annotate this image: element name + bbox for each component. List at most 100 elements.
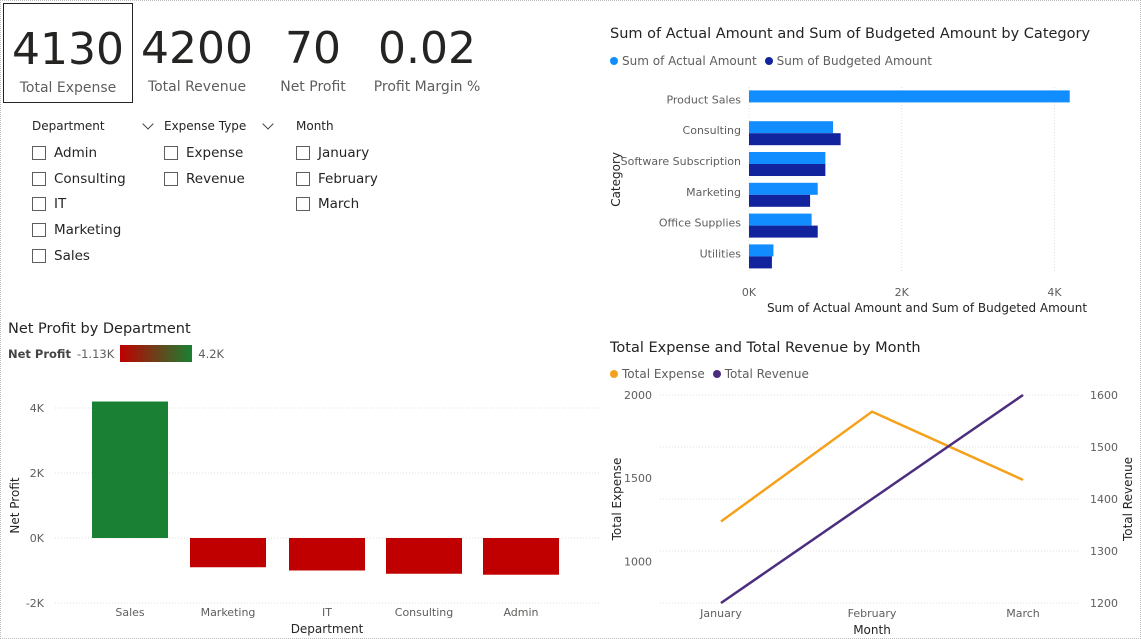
checkbox[interactable] — [32, 171, 46, 186]
category-label-utilities: Utilities — [700, 247, 742, 260]
legend-label: Total Expense — [622, 367, 705, 381]
expense-type-slicer: Expense Type Expense Revenue — [164, 118, 274, 192]
checkbox[interactable] — [32, 248, 46, 263]
bar-admin — [483, 538, 559, 575]
checkbox[interactable] — [296, 197, 310, 212]
month-chart-title: Total Expense and Total Revenue by Month — [610, 340, 921, 356]
slicer-title: Department — [32, 119, 105, 133]
slicer-item-label: March — [318, 196, 360, 213]
legend-dot-budgeted — [764, 57, 773, 65]
x-tick-label: Marketing — [201, 606, 256, 619]
kpi-label: Total Expense — [19, 80, 117, 96]
legend-label: Sum of Budgeted Amount — [776, 54, 932, 68]
kpi-card-profit-margin[interactable]: 0.02 Profit Margin % — [368, 3, 486, 103]
bar-actual-software-subscription — [749, 152, 826, 164]
net-profit-bar-chart: 4K 2K 0K -2K Sales Marketing IT Consulting Admin… — [8, 401, 600, 636]
bar-actual-utilities — [749, 244, 774, 257]
slicer-item-consulting[interactable]: Consulting — [32, 166, 152, 192]
bar-sales — [92, 401, 168, 538]
slicer-item-february[interactable]: February — [296, 166, 396, 192]
checkbox[interactable] — [296, 145, 310, 160]
y-tick-label: 2K — [30, 467, 45, 480]
x-tick-label: 0K — [742, 286, 757, 299]
x-tick-label: Admin — [503, 606, 538, 619]
kpi-label: Net Profit — [280, 79, 346, 95]
slicer-item-sales[interactable]: Sales — [32, 243, 152, 269]
x-tick-label: Sales — [115, 606, 145, 619]
slicer-item-january[interactable]: January — [296, 140, 396, 166]
slicer-item-label: Admin — [54, 144, 98, 161]
checkbox[interactable] — [164, 145, 178, 160]
checkbox[interactable] — [32, 145, 46, 160]
y-tick-label: -2K — [26, 597, 45, 610]
slicer-item-label: Sales — [54, 247, 90, 264]
month-slicer: Month January February March — [296, 118, 396, 217]
slicer-item-label: Revenue — [186, 170, 245, 187]
y-tick-label-left: 1500 — [624, 472, 652, 485]
slicer-item-label: Expense — [186, 144, 244, 161]
slicer-item-label: January — [318, 144, 370, 161]
y-tick-label-left: 2000 — [624, 389, 652, 402]
checkbox[interactable] — [164, 171, 178, 186]
gradient-legend: Net Profit -1.13K 4.2K — [8, 345, 224, 362]
series-line-total-revenue — [720, 393, 1024, 605]
bar-budgeted-software-subscription — [749, 164, 826, 176]
kpi-value: 0.02 — [378, 23, 476, 74]
slicer-header[interactable]: Month — [296, 118, 396, 134]
slicer-title: Expense Type — [164, 119, 247, 133]
gradient-legend-max: 4.2K — [198, 346, 225, 361]
gradient-legend-bar — [120, 345, 193, 362]
x-tick-label: Consulting — [395, 606, 453, 619]
kpi-value: 4200 — [141, 23, 253, 74]
kpi-card-total-revenue[interactable]: 4200 Total Revenue — [135, 3, 259, 103]
series-line-total-expense — [720, 410, 1024, 523]
kpi-label: Total Revenue — [147, 79, 247, 95]
chevron-down-icon[interactable] — [262, 118, 274, 130]
slicer-item-label: Marketing — [54, 221, 122, 238]
y-axis-title: Category — [609, 152, 623, 207]
slicer-item-march[interactable]: March — [296, 191, 396, 217]
x-tick-label: 4K — [1047, 286, 1062, 299]
chevron-down-icon[interactable] — [142, 118, 154, 130]
slicer-header[interactable]: Expense Type — [164, 118, 274, 134]
slicer-item-marketing[interactable]: Marketing — [32, 217, 152, 243]
slicer-item-label: Consulting — [54, 170, 126, 187]
x-tick-label: January — [699, 607, 742, 620]
slicer-item-revenue[interactable]: Revenue — [164, 166, 272, 192]
checkbox[interactable] — [32, 222, 46, 237]
kpi-value: 4130 — [12, 24, 124, 75]
slicer-title: Month — [296, 119, 334, 133]
bar-it — [289, 538, 365, 571]
checkbox[interactable] — [32, 197, 46, 212]
kpi-card-net-profit[interactable]: 70 Net Profit — [266, 3, 360, 103]
x-axis-title: Month — [853, 623, 891, 637]
slicer-header[interactable]: Department — [32, 118, 154, 134]
x-tick-label: IT — [322, 606, 332, 619]
slicer-item-label: IT — [54, 196, 67, 213]
y-tick-label-right: 1500 — [1090, 441, 1118, 454]
kpi-label: Profit Margin % — [373, 79, 481, 95]
slicer-item-admin[interactable]: Admin — [32, 140, 152, 166]
gradient-legend-title: Net Profit — [8, 346, 71, 361]
kpi-card-total-expense[interactable]: 4130 Total Expense — [3, 3, 133, 103]
bar-actual-product-sales — [749, 90, 1070, 103]
legend-label: Total Revenue — [724, 367, 809, 381]
slicer-item-it[interactable]: IT — [32, 191, 152, 217]
net-profit-chart-title: Net Profit by Department — [8, 321, 191, 337]
slicer-item-expense[interactable]: Expense — [164, 140, 272, 166]
bar-marketing — [190, 538, 266, 568]
legend-dot-expense — [610, 370, 618, 378]
category-bar-chart: 0K 2K 4K Product Sales Consulting Software Su… — [609, 87, 1087, 315]
y-tick-label-right: 1400 — [1090, 493, 1118, 506]
y-axis-title: Net Profit — [8, 477, 22, 533]
category-label-marketing: Marketing — [686, 186, 741, 199]
checkbox[interactable] — [296, 171, 310, 186]
y-tick-label: 0K — [30, 532, 45, 545]
y-axis-title-right: Total Revenue — [1121, 457, 1135, 542]
bar-budgeted-utilities — [749, 256, 772, 269]
y-tick-label-right: 1200 — [1090, 597, 1118, 610]
month-line-chart: 2000 1500 1000 1600 1500 1400 1300 1200 January F… — [610, 389, 1135, 637]
bar-budgeted-office-supplies — [749, 225, 818, 238]
y-tick-label: 4K — [30, 402, 45, 415]
kpi-value: 70 — [285, 23, 341, 74]
